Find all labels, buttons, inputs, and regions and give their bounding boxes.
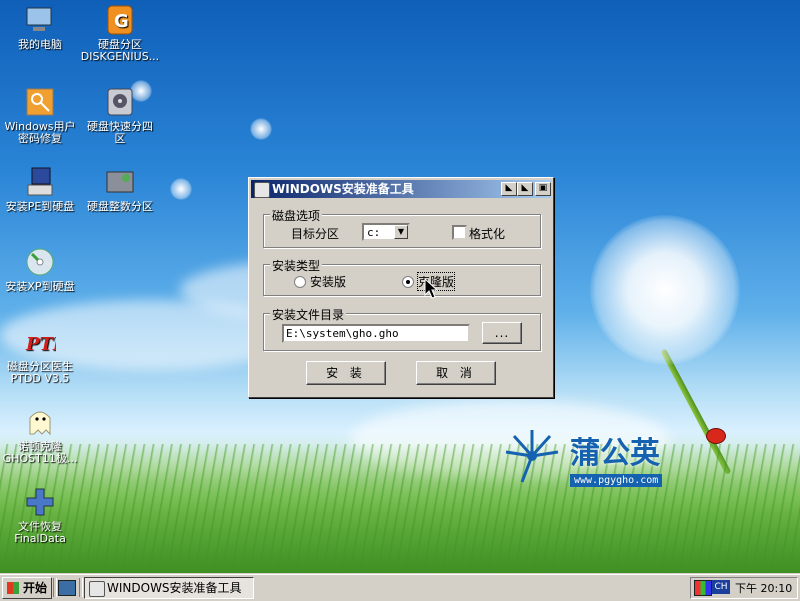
finaldata-icon (24, 486, 56, 518)
radio-clone-version[interactable] (402, 276, 414, 288)
mouse-cursor-icon (424, 278, 439, 299)
target-partition-select[interactable]: c: ▼ (362, 223, 410, 241)
format-label: 格式化 (469, 227, 506, 241)
desktop-icon-label: 我的电脑 (18, 39, 62, 51)
maximize-icon[interactable]: ▣ (535, 182, 551, 196)
taskbar-separator (53, 578, 57, 597)
taskbar: 开始 WINDOWS安装准备工具 CH 下午 20:10 (0, 574, 800, 601)
desktop-icon-integer-partition[interactable]: 硬盘整数分区 (80, 166, 160, 213)
desktop-icon-label: 磁盘分区医生 PTDD V3.5 (7, 361, 73, 385)
install-type-title: 安装类型 (270, 257, 323, 274)
logo: 蒲公英 www.pgygho.com (500, 424, 680, 494)
key-icon (24, 86, 56, 118)
format-checkbox[interactable] (452, 225, 467, 240)
desktop-icon-label: 诺顿克隆 GHOST11极... (2, 441, 78, 465)
install-dir-group: 安装文件目录 E:\system\gho.gho ... (263, 306, 541, 351)
show-desktop-icon[interactable] (58, 580, 76, 596)
harddisk-icon (104, 86, 136, 118)
dandelion-seed (250, 118, 272, 140)
desktop-icon-my-computer[interactable]: 我的电脑 (0, 4, 80, 51)
dialog-titlebar[interactable]: WINDOWS安装准备工具 ◣ ◣ ▣ (251, 180, 551, 198)
svg-text:PTD: PTD (25, 334, 56, 355)
desktop-icon-label: 安装PE到硬盘 (5, 201, 75, 213)
desktop-icon-label: 硬盘整数分区 (87, 201, 153, 213)
system-tray: CH 下午 20:10 (690, 577, 798, 599)
taskbar-separator (79, 578, 83, 597)
svg-text:G: G (114, 11, 129, 32)
desktop-icon-ptdd[interactable]: PTD 磁盘分区医生 PTDD V3.5 (0, 326, 80, 385)
install-prep-dialog: WINDOWS安装准备工具 ◣ ◣ ▣ 磁盘选项 目标分区 c: ▼ 格式化 安… (248, 177, 554, 398)
partition-tool-icon (104, 166, 136, 198)
install-version-label[interactable]: 安装版 (310, 273, 346, 290)
desktop-icon-label: Windows用户 密码修复 (4, 121, 76, 145)
target-partition-value: c: (367, 226, 381, 239)
computer-icon (24, 4, 56, 36)
diskgenius-icon: G (104, 4, 136, 36)
installer-pc-icon (24, 166, 56, 198)
windows-logo-icon (7, 582, 19, 594)
clock[interactable]: 下午 20:10 (735, 580, 792, 596)
app-icon (89, 581, 105, 597)
start-label: 开始 (23, 581, 48, 595)
cancel-button[interactable]: 取 消 (416, 361, 496, 385)
app-icon (254, 182, 270, 198)
taskbar-item-install-tool[interactable]: WINDOWS安装准备工具 (84, 577, 254, 599)
desktop-icon-label: 硬盘分区 DISKGENIUS... (80, 39, 160, 63)
radio-install-version[interactable] (294, 276, 306, 288)
install-button[interactable]: 安 装 (306, 361, 386, 385)
desktop-icon-finaldata[interactable]: 文件恢复 FinalData (0, 486, 80, 545)
desktop-icon-label: 文件恢复 FinalData (14, 521, 66, 545)
install-type-group: 安装类型 安装版 克隆版 (263, 257, 541, 296)
disk-options-group: 磁盘选项 目标分区 c: ▼ 格式化 (263, 207, 541, 248)
logo-text: 蒲公英 (570, 436, 660, 471)
target-partition-label: 目标分区 (291, 227, 340, 241)
desktop-icon-install-pe[interactable]: 安装PE到硬盘 (0, 166, 80, 213)
desktop-icon-install-xp[interactable]: 安装XP到硬盘 (0, 246, 80, 293)
dandelion (590, 215, 740, 365)
dialog-title: WINDOWS安装准备工具 (272, 182, 414, 196)
desktop-icon-password-repair[interactable]: Windows用户 密码修复 (0, 86, 80, 145)
start-button[interactable]: 开始 (2, 577, 52, 599)
disk-options-title: 磁盘选项 (270, 207, 323, 224)
dandelion-logo-icon (505, 430, 559, 483)
logo-url: www.pgygho.com (570, 474, 663, 487)
browse-button[interactable]: ... (482, 322, 522, 344)
desktop-icon-ghost[interactable]: 诺顿克隆 GHOST11极... (0, 406, 80, 465)
taskbar-item-label: WINDOWS安装准备工具 (107, 581, 242, 595)
cd-icon (24, 246, 56, 278)
ghost-icon (24, 406, 56, 438)
dandelion-seed (170, 178, 192, 200)
chevron-down-icon[interactable]: ▼ (394, 225, 408, 239)
ptdd-icon: PTD (24, 326, 69, 358)
install-dir-title: 安装文件目录 (270, 306, 347, 323)
restore-icon[interactable]: ◣ (501, 182, 517, 196)
desktop-icon-quick-partition[interactable]: 硬盘快速分四 区 (80, 86, 160, 145)
grass (0, 444, 800, 574)
display-icon[interactable] (694, 580, 712, 596)
ime-indicator[interactable]: CH (712, 580, 730, 594)
desktop-icon-diskgenius[interactable]: G 硬盘分区 DISKGENIUS... (80, 4, 160, 63)
desktop-icon-label: 安装XP到硬盘 (5, 281, 75, 293)
desktop-icon-label: 硬盘快速分四 区 (87, 121, 153, 145)
ladybug (706, 428, 726, 444)
install-path-input[interactable]: E:\system\gho.gho (282, 324, 470, 343)
help-icon[interactable]: ◣ (517, 182, 533, 196)
